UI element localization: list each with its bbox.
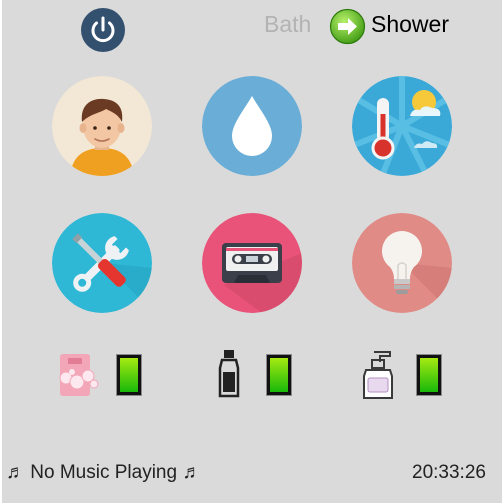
soap-dispenser-icon [363, 351, 393, 399]
person-avatar-icon [52, 76, 152, 176]
right-arrow-icon [329, 8, 366, 45]
cassette-tape-icon [202, 213, 302, 313]
bath-foam-icon [59, 354, 99, 396]
shampoo-bottle-icon [218, 350, 240, 398]
bath-foam-level-gauge [116, 354, 142, 396]
weather-tile[interactable] [352, 76, 452, 176]
shower-control-screen: Bath Shower ♬ No Music Playing ♬ 20:33:2… [2, 0, 502, 503]
music-status[interactable]: ♬ No Music Playing ♬ [6, 461, 201, 485]
tools-icon [52, 213, 152, 313]
mode-shower-label[interactable]: Shower [371, 10, 449, 38]
user-tile[interactable] [52, 76, 152, 176]
weather-thermometer-icon [352, 76, 452, 176]
shampoo-supply [216, 348, 242, 405]
power-button[interactable] [81, 8, 125, 52]
music-tile[interactable] [202, 213, 302, 313]
power-icon [91, 16, 115, 43]
light-tile[interactable] [352, 213, 452, 313]
soap-supply [358, 348, 398, 407]
water-drop-icon [202, 76, 302, 176]
light-bulb-icon [352, 213, 452, 313]
water-tile[interactable] [202, 76, 302, 176]
shampoo-level-gauge [266, 354, 292, 396]
soap-level-fill [420, 358, 438, 392]
settings-tile[interactable] [52, 213, 152, 313]
mode-bath-label[interactable]: Bath [264, 10, 311, 38]
bath-foam-supply [56, 352, 100, 403]
soap-level-gauge [416, 354, 442, 396]
clock: 20:33:26 [412, 462, 486, 483]
bath-foam-level-fill [120, 358, 138, 392]
shampoo-level-fill [270, 358, 288, 392]
mode-switch-button[interactable] [329, 8, 366, 45]
